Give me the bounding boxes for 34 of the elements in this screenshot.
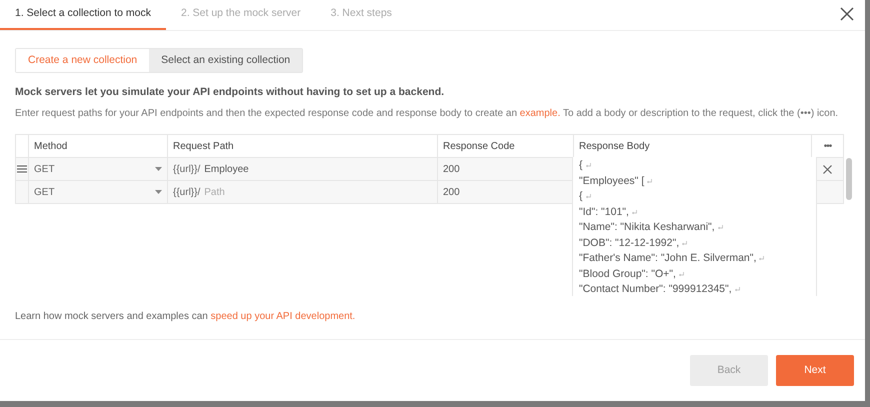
caret-icon: [155, 167, 162, 172]
return-mark-icon: [718, 225, 723, 230]
return-mark-icon: [682, 240, 688, 246]
return-mark-icon: [678, 272, 684, 277]
collection-tab[interactable]: Select an existing collection: [149, 49, 302, 72]
response-body-editor[interactable]: { "Employees" [ { "Id": "101", "Name": "Nikita Kesharwani", "DOB": "12-12-1992", "Father's Name": "John E. Silverman", "Blood Group": "O+", "Contact Number": "999912345",: [572, 157, 817, 296]
delete-row-icon[interactable]: [822, 164, 832, 174]
code-line: {: [579, 189, 583, 204]
return-mark-icon: [586, 194, 591, 200]
return-mark-icon: [647, 178, 652, 184]
code-line: "Father's Name": "John E. Silverman",: [579, 251, 756, 266]
footer-note: Learn how mock servers and examples can speed up your API development.: [14, 310, 356, 324]
method-dropdown[interactable]: GET: [28, 181, 167, 204]
next-button[interactable]: Next: [776, 355, 854, 386]
code-line: "Employees" [: [579, 174, 644, 188]
step-tab[interactable]: 1. Select a collection to mock: [0, 0, 166, 30]
scrollbar[interactable]: [846, 158, 852, 200]
caret-icon: [155, 190, 162, 194]
drag-handle-icon[interactable]: [17, 165, 27, 174]
request-path-field[interactable]: {{url}}/ Path: [167, 181, 437, 204]
code-line: "Contact Number": "999912345",: [579, 282, 732, 296]
code-line: "Name": "Nikita Kesharwani",: [579, 220, 715, 235]
return-mark-icon: [632, 210, 637, 215]
instructions-text: Enter request paths for your API endpoints and then the expected response code and response body to create an example. To add a body or description to the request, click the (•••) icon.: [15, 107, 838, 122]
example-link[interactable]: example.: [520, 108, 560, 120]
code-line: "DOB": "12-12-1992",: [579, 236, 680, 250]
return-mark-icon: [734, 287, 740, 292]
learn-more-link[interactable]: speed up your API development.: [210, 311, 356, 322]
return-mark-icon: [586, 163, 591, 168]
code-line: "Id": "101",: [579, 204, 629, 220]
code-line: "Blood Group": "O+",: [579, 266, 676, 282]
intro-text: Mock servers let you simulate your API endpoints without having to set up a backend.: [15, 85, 446, 100]
return-mark-icon: [759, 256, 764, 262]
code-line: {: [579, 158, 583, 173]
